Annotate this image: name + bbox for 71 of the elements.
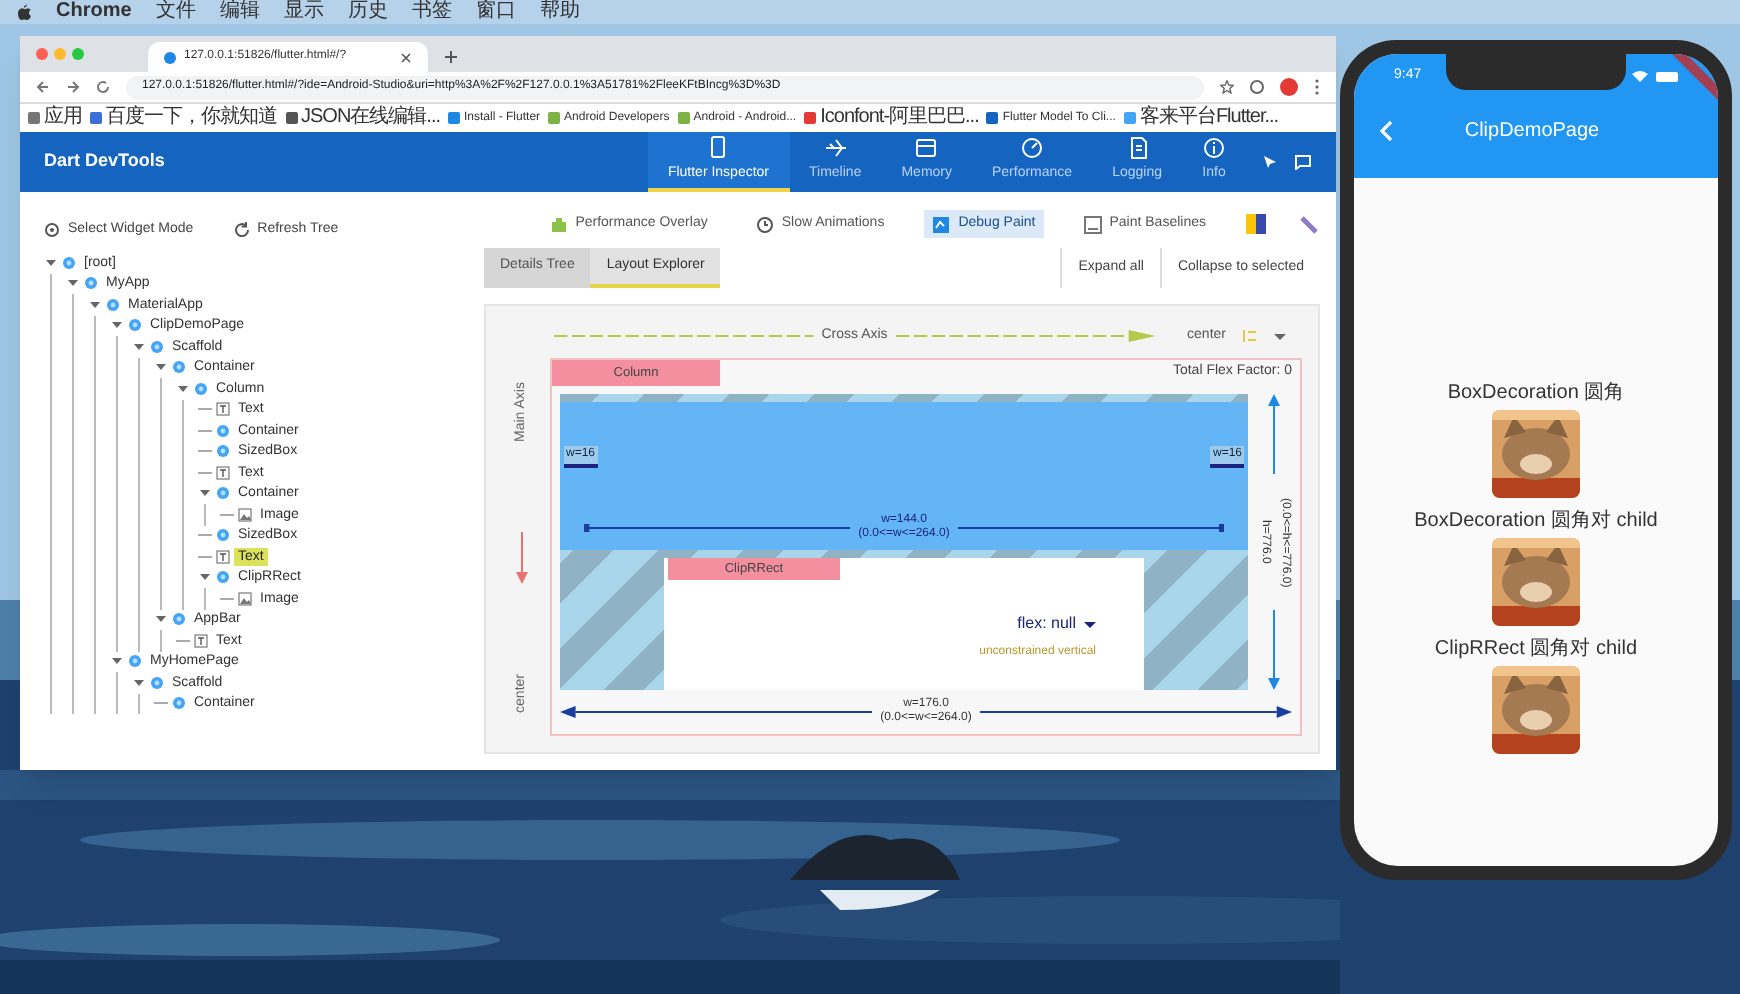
main-axis-arrow: [516, 531, 528, 584]
document-icon: [1125, 135, 1150, 160]
widget-icon: [216, 528, 230, 543]
image-widget-icon: [238, 507, 252, 522]
back-icon[interactable]: [36, 80, 50, 94]
text-widget-icon: [216, 402, 230, 417]
color-swatch-icon[interactable]: [1246, 214, 1266, 234]
text-widget-icon: [216, 549, 230, 564]
wifi-icon: [1632, 70, 1648, 82]
text-widget-icon: [216, 465, 230, 480]
menu-item[interactable]: 帮助: [539, 2, 580, 22]
caret-icon[interactable]: [44, 255, 58, 270]
menu-item[interactable]: 显示: [283, 2, 324, 22]
bookmark[interactable]: 百度一下，你就知道: [90, 108, 277, 128]
extension-icon[interactable]: [1250, 80, 1264, 94]
pointer-icon[interactable]: [1262, 154, 1278, 170]
arrow-icon: [823, 135, 848, 160]
feedback-icon[interactable]: [1294, 154, 1312, 170]
caret-icon[interactable]: [198, 486, 212, 501]
caret-icon: [1274, 333, 1286, 339]
height-arrow: [1268, 610, 1280, 690]
card-icon: [914, 135, 939, 160]
new-tab-icon[interactable]: [444, 50, 458, 64]
caption: BoxDecoration 圆角: [1447, 382, 1625, 406]
bookmark[interactable]: 应用: [28, 108, 82, 128]
forward-icon[interactable]: [66, 80, 80, 94]
caret-icon[interactable]: [132, 339, 146, 354]
app-title: Dart DevTools: [44, 148, 167, 175]
baseline-icon: [1083, 215, 1102, 233]
caret-icon[interactable]: [110, 318, 124, 333]
menu-item[interactable]: 书签: [411, 2, 452, 22]
more-icon[interactable]: [1314, 78, 1320, 96]
widget-icon: [172, 612, 186, 627]
gauge-icon: [1020, 135, 1045, 160]
caret-icon[interactable]: [198, 570, 212, 585]
flex-dropdown[interactable]: flex: null: [1017, 612, 1096, 636]
caret-icon: [1084, 621, 1096, 627]
phone-icon: [706, 135, 731, 160]
reload-icon[interactable]: [96, 80, 110, 94]
target-icon: [44, 222, 60, 238]
widget-icon: [216, 486, 230, 501]
bookmark[interactable]: Iconfont-阿里巴巴...: [804, 108, 979, 128]
caret-icon[interactable]: [132, 675, 146, 690]
bookmark[interactable]: JSON在线编辑...: [285, 108, 441, 128]
caret-icon[interactable]: [110, 654, 124, 669]
image-widget-icon: [238, 591, 252, 606]
height-arrow: [1268, 394, 1280, 474]
bookmark[interactable]: 客来平台Flutter...: [1123, 108, 1279, 128]
page-title: ClipDemoPage: [1462, 117, 1602, 145]
align-icon: [1242, 328, 1258, 344]
caret-icon[interactable]: [154, 612, 168, 627]
text-widget-icon: [194, 633, 208, 648]
refresh-icon: [233, 222, 250, 238]
clock-icon: [755, 215, 774, 233]
apple-icon[interactable]: [16, 4, 32, 20]
info-icon: [1202, 135, 1226, 160]
widget-icon: [216, 570, 230, 585]
menu-item[interactable]: Chrome: [56, 2, 132, 22]
star-icon[interactable]: [1220, 80, 1234, 94]
battery-icon: [1656, 71, 1678, 81]
caret-icon[interactable]: [66, 276, 80, 291]
caption: BoxDecoration 圆角对 child: [1414, 510, 1658, 534]
caret-icon[interactable]: [176, 381, 190, 396]
close-icon[interactable]: [400, 51, 412, 63]
menu-item[interactable]: 编辑: [219, 2, 260, 22]
menu-item[interactable]: 历史: [347, 2, 388, 22]
globe-icon: [164, 51, 176, 63]
caret-icon[interactable]: [154, 360, 168, 375]
profile-avatar[interactable]: [1280, 78, 1298, 96]
caret-icon[interactable]: [88, 297, 102, 312]
caption: ClipRRect 圆角对 child: [1434, 638, 1638, 662]
